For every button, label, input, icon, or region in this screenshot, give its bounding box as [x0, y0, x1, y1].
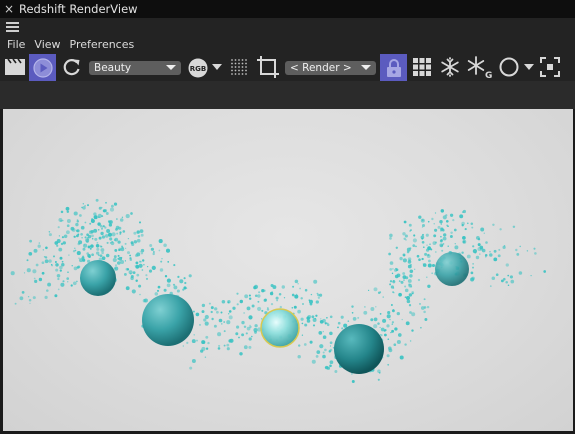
- rgb-dropdown-chevron-icon[interactable]: [212, 63, 222, 71]
- render-viewport[interactable]: [3, 109, 573, 431]
- sphere: [334, 324, 384, 374]
- snowflake-g-label: G: [485, 71, 492, 79]
- menu-preferences[interactable]: Preferences: [70, 38, 135, 51]
- refresh-icon[interactable]: [61, 57, 83, 77]
- hamburger-menu-icon[interactable]: [6, 22, 19, 32]
- circle-icon[interactable]: [498, 56, 520, 78]
- circle-dropdown-chevron-icon[interactable]: [524, 63, 534, 71]
- sphere: [80, 260, 116, 296]
- lock-icon: [386, 58, 401, 77]
- render-info-strip: [0, 81, 575, 109]
- camera-select[interactable]: < Render >: [285, 61, 376, 75]
- menu-file[interactable]: File: [7, 38, 25, 51]
- aov-select-value: Beauty: [94, 62, 132, 74]
- menu-bar: File View Preferences: [0, 36, 575, 53]
- aov-select[interactable]: Beauty: [89, 61, 181, 75]
- clapperboard-icon[interactable]: [4, 57, 26, 77]
- camera-select-value: < Render >: [290, 62, 352, 74]
- dots-grid-icon[interactable]: [230, 57, 248, 77]
- grid-icon[interactable]: [411, 57, 433, 77]
- glass-sphere: [260, 308, 300, 348]
- chevron-down-icon: [166, 65, 176, 70]
- panel-header: [0, 18, 575, 36]
- sphere: [435, 252, 469, 286]
- play-render-icon: [32, 57, 53, 78]
- chevron-down-icon: [361, 65, 371, 70]
- sphere: [142, 294, 194, 346]
- lock-button[interactable]: [380, 54, 407, 81]
- menu-view[interactable]: View: [34, 38, 60, 51]
- focus-frame-icon[interactable]: [539, 56, 561, 78]
- snowflake-icon[interactable]: [439, 56, 461, 78]
- snowflake-g-icon[interactable]: G: [466, 55, 492, 79]
- render-image: [10, 198, 547, 383]
- title-bar: × Redshift RenderView: [0, 0, 575, 18]
- window-title: Redshift RenderView: [19, 2, 138, 16]
- rgb-channel-button[interactable]: RGB: [187, 58, 209, 78]
- crop-icon[interactable]: [256, 55, 280, 79]
- rgb-channel-label: RGB: [190, 65, 206, 73]
- play-render-button[interactable]: [29, 54, 56, 81]
- close-icon[interactable]: ×: [0, 2, 18, 16]
